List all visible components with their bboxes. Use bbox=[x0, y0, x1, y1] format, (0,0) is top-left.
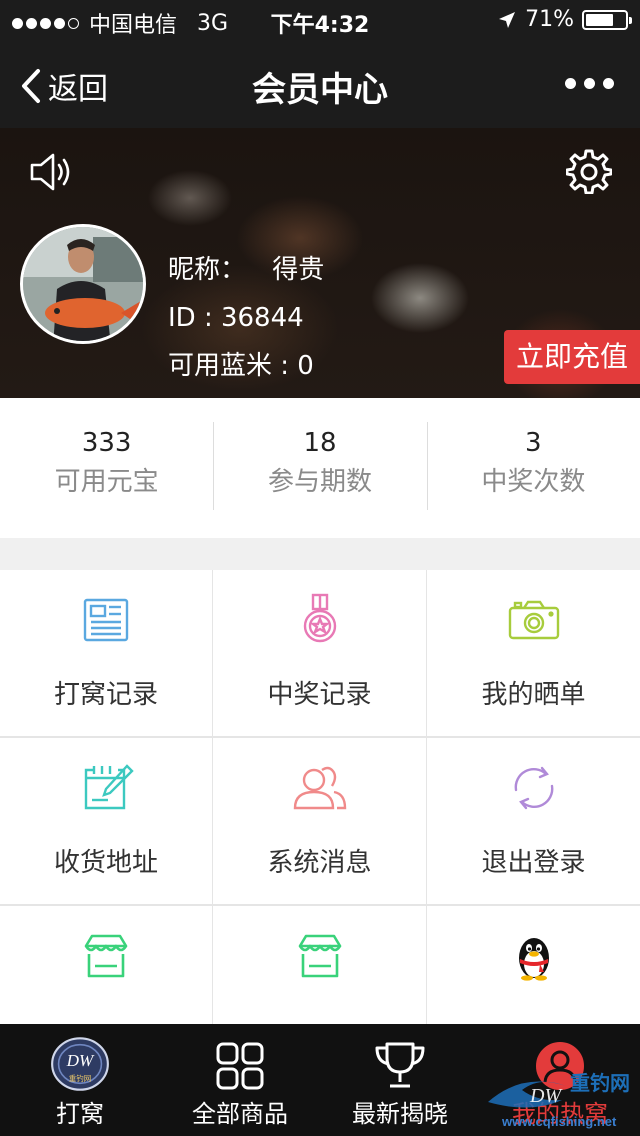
location-arrow-icon bbox=[499, 11, 516, 28]
profile-header: 昵称： 得贵 ID : 36844 可用蓝米 : 0 立即充值 bbox=[0, 128, 640, 398]
grid-icon bbox=[216, 1042, 264, 1090]
trophy-icon bbox=[375, 1042, 425, 1088]
status-right: 71% bbox=[497, 7, 632, 32]
menu-label: 退出登录 bbox=[481, 848, 586, 878]
camera-icon bbox=[508, 600, 559, 640]
menu-item-record[interactable]: 打窝记录 bbox=[0, 570, 212, 736]
users-icon bbox=[293, 766, 346, 810]
medal-icon bbox=[303, 593, 336, 643]
tab-label: 打窝 bbox=[56, 1100, 104, 1128]
nickname-label: 昵称： bbox=[168, 255, 247, 285]
svg-text:重钓网: 重钓网 bbox=[69, 1073, 92, 1083]
stat-rounds[interactable]: 18 参与期数 bbox=[213, 398, 426, 538]
qq-penguin-icon bbox=[518, 938, 549, 981]
tab-label: 最新揭晓 bbox=[352, 1100, 448, 1128]
stat-label: 参与期数 bbox=[267, 467, 372, 497]
menu-item-share[interactable]: 我的晒单 bbox=[427, 570, 640, 736]
watermark-url: www.cqfishing.net bbox=[501, 1114, 617, 1129]
user-id: ID : 36844 bbox=[168, 303, 304, 333]
stat-value: 3 bbox=[525, 428, 542, 458]
menu-item-address[interactable]: 收货地址 bbox=[0, 738, 212, 904]
menu-label: 我的晒单 bbox=[481, 680, 586, 710]
calendar-edit-icon bbox=[84, 764, 134, 810]
profile-info: 昵称： 得贵 ID : 36844 可用蓝米 : 0 bbox=[168, 246, 324, 390]
stat-wins[interactable]: 3 中奖次数 bbox=[426, 398, 640, 538]
svg-text:DW: DW bbox=[529, 1085, 563, 1107]
avatar[interactable] bbox=[20, 224, 146, 344]
page-title: 会员中心 bbox=[252, 70, 388, 110]
stat-label: 中奖次数 bbox=[481, 467, 586, 497]
stat-label: 可用元宝 bbox=[54, 467, 159, 497]
member-center-screen: { "status_bar": { "carrier": "中国电信", "ne… bbox=[0, 0, 640, 1136]
gear-icon[interactable] bbox=[566, 148, 612, 194]
watermark-logo: DW 重钓网 www.cqfishing.net bbox=[488, 1071, 630, 1129]
menu-item-logout[interactable]: 退出登录 bbox=[427, 738, 640, 904]
menu-label: 系统消息 bbox=[267, 848, 372, 878]
record-list-icon bbox=[83, 598, 129, 642]
tab-dw[interactable]: DW 重钓网 打窝 bbox=[0, 1024, 160, 1136]
menu-label: 中奖记录 bbox=[267, 680, 372, 710]
refresh-icon bbox=[514, 766, 553, 810]
menu-item-messages[interactable]: 系统消息 bbox=[213, 738, 426, 904]
stat-coins[interactable]: 333 可用元宝 bbox=[0, 398, 213, 538]
nav-bar: 返回 会员中心 bbox=[0, 40, 640, 128]
nickname-row: 昵称： 得贵 bbox=[168, 246, 324, 294]
menu-label: 打窝记录 bbox=[53, 680, 158, 710]
tab-all-products[interactable]: 全部商品 bbox=[160, 1024, 320, 1136]
watermark-brand: 重钓网 bbox=[570, 1071, 630, 1095]
more-menu-icon[interactable] bbox=[565, 78, 614, 89]
battery-percent: 71% bbox=[525, 7, 574, 32]
store-icon bbox=[84, 934, 128, 978]
tab-latest-results[interactable]: 最新揭晓 bbox=[320, 1024, 480, 1136]
menu-label: 收货地址 bbox=[53, 848, 158, 878]
dw-logo-icon: DW 重钓网 bbox=[51, 1037, 109, 1091]
recharge-button[interactable]: 立即充值 bbox=[504, 330, 640, 384]
stat-value: 333 bbox=[81, 428, 132, 458]
avatar-photo bbox=[23, 227, 143, 341]
menu-item-prize[interactable]: 中奖记录 bbox=[213, 570, 426, 736]
balance-text: 可用蓝米 : 0 bbox=[168, 351, 314, 381]
stat-value: 18 bbox=[303, 428, 337, 458]
svg-text:DW: DW bbox=[66, 1051, 95, 1070]
stats-bar: 333 可用元宝 18 参与期数 3 中奖次数 bbox=[0, 398, 640, 538]
speaker-icon[interactable] bbox=[28, 150, 74, 194]
nickname-value: 得贵 bbox=[272, 255, 325, 285]
menu-grid: 打窝记录 中奖记录 我的晒单 收货地址 系统消息 退出登录 bbox=[0, 570, 640, 1072]
store-icon bbox=[298, 934, 341, 978]
battery-icon bbox=[582, 9, 632, 30]
tab-label: 全部商品 bbox=[192, 1100, 288, 1128]
status-bar: 中国电信 3G 下午4:32 71% bbox=[0, 0, 640, 40]
